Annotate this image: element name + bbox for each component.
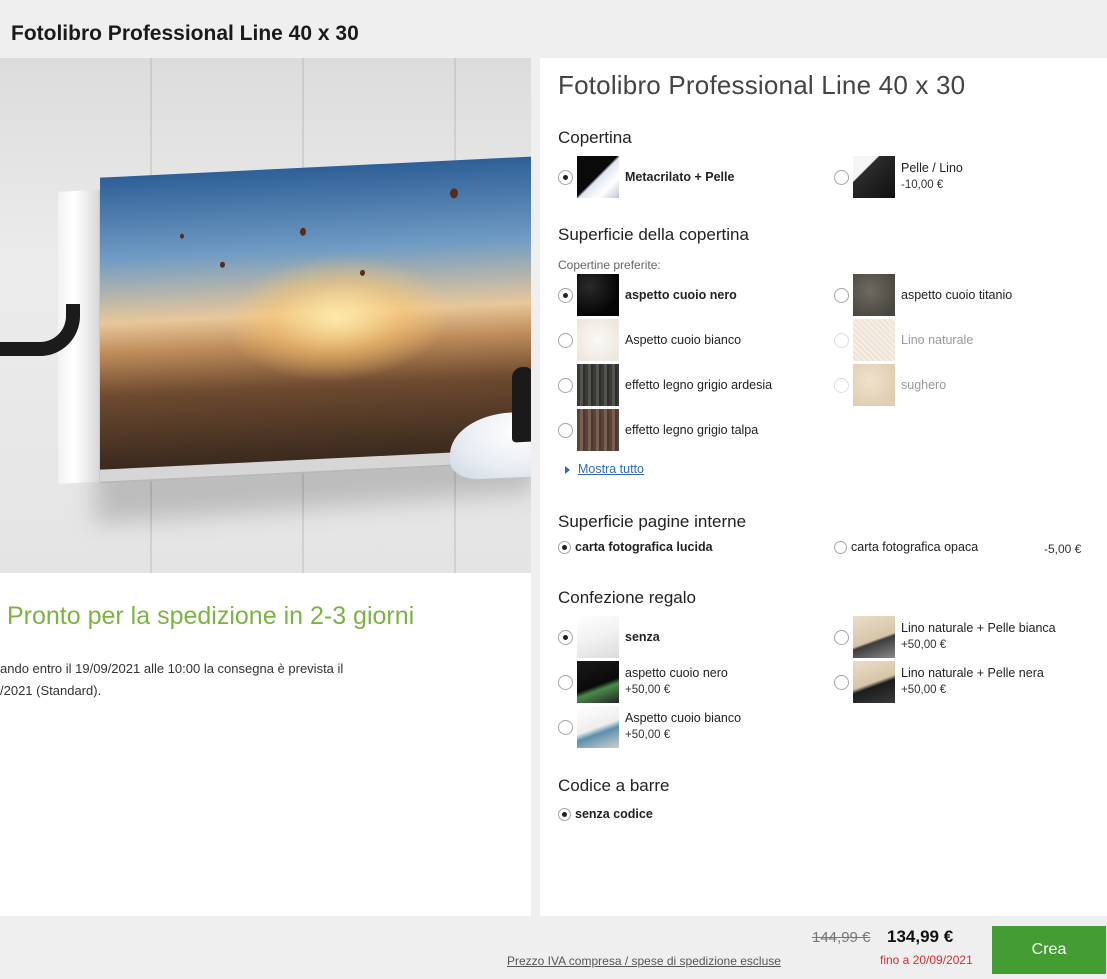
bottom-bar: Prezzo IVA compresa / spese di spedizion… xyxy=(0,916,1107,979)
option-surface-legno-ardesia[interactable]: effetto legno grigio ardesia xyxy=(558,364,772,406)
radio-button[interactable] xyxy=(834,287,849,303)
radio-button[interactable] xyxy=(558,540,571,554)
swatch-legno-ardesia xyxy=(577,364,619,406)
swatch-lino-naturale xyxy=(853,319,895,361)
shipping-info: ando entro il 19/09/2021 alle 10:00 la c… xyxy=(0,661,344,698)
preferred-covers-note: Copertine preferite: xyxy=(558,258,661,272)
swatch-gift-senza xyxy=(577,616,619,658)
product-image xyxy=(0,58,531,573)
swatch-gift-lino-nera xyxy=(853,661,895,703)
old-price: 144,99 € xyxy=(812,929,871,946)
radio-button[interactable] xyxy=(558,169,573,185)
option-surface-lino-naturale[interactable]: Lino naturale xyxy=(834,319,973,361)
section-title-superficie: Superficie della copertina xyxy=(558,225,749,244)
product-preview-panel: Pronto per la spedizione in 2-3 giorni a… xyxy=(0,58,531,916)
section-title-copertina: Copertina xyxy=(558,128,632,147)
radio-button[interactable] xyxy=(558,332,573,348)
option-pages-opaca[interactable]: carta fotografica opaca xyxy=(834,540,978,554)
cover-photo xyxy=(100,156,531,481)
option-gift-lino-pelle-nera[interactable]: Lino naturale + Pelle nera +50,00 € xyxy=(834,661,1044,703)
option-pages-lucida[interactable]: carta fotografica lucida xyxy=(558,540,713,554)
option-cover-metacrilato[interactable]: Metacrilato + Pelle xyxy=(558,156,734,198)
shipping-heading: Pronto per la spedizione in 2-3 giorni xyxy=(7,602,415,630)
swatch-gift-cuoio-bianco xyxy=(577,706,619,748)
radio-button[interactable] xyxy=(834,540,847,554)
radio-button[interactable] xyxy=(834,629,849,645)
option-surface-cuoio-bianco[interactable]: Aspetto cuoio bianco xyxy=(558,319,741,361)
option-surface-cuoio-nero[interactable]: aspetto cuoio nero xyxy=(558,274,737,316)
caret-right-icon xyxy=(565,465,570,474)
option-surface-cuoio-titanio[interactable]: aspetto cuoio titanio xyxy=(834,274,1012,316)
radio-button[interactable] xyxy=(558,674,573,690)
wedding-couple xyxy=(450,365,531,481)
radio-button[interactable] xyxy=(558,629,573,645)
radio-button[interactable] xyxy=(558,287,573,303)
photobook-illustration xyxy=(58,156,531,509)
show-all-link[interactable]: Mostra tutto xyxy=(565,462,644,476)
swatch-legno-talpa xyxy=(577,409,619,451)
option-gift-cuoio-bianco[interactable]: Aspetto cuoio bianco +50,00 € xyxy=(558,706,741,748)
radio-button[interactable] xyxy=(558,807,571,821)
option-barcode-senza[interactable]: senza codice xyxy=(558,807,653,821)
product-title: Fotolibro Professional Line 40 x 30 xyxy=(558,70,966,100)
swatch-gift-lino-bianca xyxy=(853,616,895,658)
tax-info-link[interactable]: Prezzo IVA compresa / spese di spedizion… xyxy=(507,954,781,968)
radio-button[interactable] xyxy=(834,377,849,393)
section-title-barcode: Codice a barre xyxy=(558,776,670,795)
radio-button[interactable] xyxy=(834,674,849,690)
section-title-regalo: Confezione regalo xyxy=(558,588,696,607)
radio-button[interactable] xyxy=(558,377,573,393)
option-surface-legno-talpa[interactable]: effetto legno grigio talpa xyxy=(558,409,758,451)
option-gift-senza[interactable]: senza xyxy=(558,616,660,658)
swatch-cuoio-titanio xyxy=(853,274,895,316)
radio-button[interactable] xyxy=(558,422,573,438)
option-gift-lino-pelle-bianca[interactable]: Lino naturale + Pelle bianca +50,00 € xyxy=(834,616,1056,658)
swatch-gift-cuoio-nero xyxy=(577,661,619,703)
option-cover-pelle-lino[interactable]: Pelle / Lino -10,00 € xyxy=(834,156,963,198)
option-gift-cuoio-nero[interactable]: aspetto cuoio nero +50,00 € xyxy=(558,661,728,703)
page-title: Fotolibro Professional Line 40 x 30 xyxy=(11,22,359,45)
swatch-sughero xyxy=(853,364,895,406)
radio-button[interactable] xyxy=(558,719,573,735)
option-surface-sughero[interactable]: sughero xyxy=(834,364,946,406)
swatch-pelle-lino xyxy=(853,156,895,198)
radio-button[interactable] xyxy=(834,169,849,185)
swatch-metacrilato xyxy=(577,156,619,198)
price-opaca: -5,00 € xyxy=(1044,542,1082,556)
create-button[interactable]: Crea xyxy=(992,926,1106,974)
offer-valid-until: fino a 20/09/2021 xyxy=(880,953,973,967)
current-price: 134,99 € xyxy=(887,927,954,946)
swatch-cuoio-bianco xyxy=(577,319,619,361)
configurator-panel: Fotolibro Professional Line 40 x 30 Cope… xyxy=(540,58,1107,916)
section-title-pagine: Superficie pagine interne xyxy=(558,512,747,531)
radio-button[interactable] xyxy=(834,332,849,348)
swatch-cuoio-nero xyxy=(577,274,619,316)
